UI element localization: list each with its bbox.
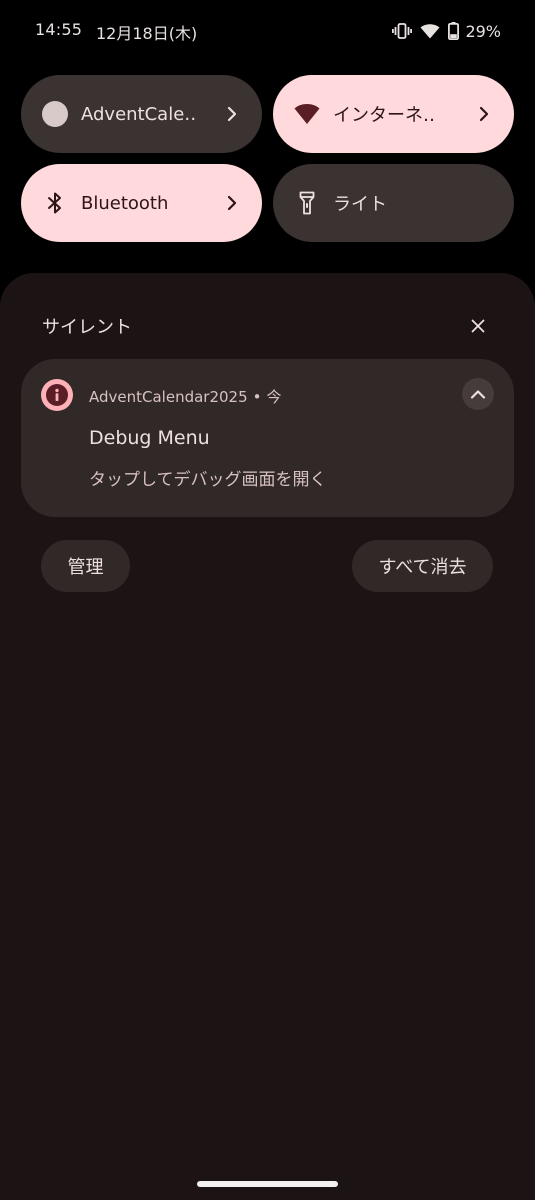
tile-label: インターネ‥ [333,105,436,126]
tile-flashlight[interactable]: ライト [273,164,514,242]
status-time: 14:55 [35,20,83,39]
manage-button[interactable]: 管理 [41,540,130,592]
bluetooth-icon [41,189,69,217]
flashlight-icon [293,189,321,217]
chevron-right-icon [224,106,240,122]
tile-label: Bluetooth [81,192,169,214]
notification-header: AdventCalendar2025 • 今 [89,386,282,407]
battery-percent: 29% [465,21,501,41]
tile-bluetooth[interactable]: Bluetooth [21,164,262,242]
status-date: 12月18日(木) [96,24,198,43]
close-icon[interactable] [465,313,491,339]
notification-app-name: AdventCalendar2025 [89,388,248,406]
notification-shade-screen: 14:55 12月18日(木) 29% AdventCale‥ インターネ‥ B… [0,0,535,1200]
status-bar: 14:55 12月18日(木) 29% [0,0,535,62]
app-circle-icon [41,100,69,128]
wifi-icon [293,100,321,128]
status-icons: 29% [392,20,501,42]
wifi-icon [420,23,440,39]
notification-time: 今 [266,388,282,406]
gesture-nav-handle[interactable] [197,1181,338,1187]
notification-separator: • [252,388,262,406]
notification-text: タップしてデバッグ画面を開く [89,470,327,490]
notification-card[interactable]: AdventCalendar2025 • 今 Debug Menu タップしてデバッ… [21,359,514,517]
vibrate-icon [392,22,413,40]
battery-icon [448,22,460,40]
chevron-right-icon [476,106,492,122]
tile-adventcalendar[interactable]: AdventCale‥ [21,75,262,153]
notification-title: Debug Menu [89,427,210,449]
info-icon [41,379,73,411]
tile-label: AdventCale‥ [81,103,197,125]
tile-label: ライト [333,194,387,215]
section-title: サイレント [42,317,132,338]
clear-all-button[interactable]: すべて消去 [352,540,493,592]
chevron-right-icon [224,195,240,211]
chevron-up-icon[interactable] [462,378,494,410]
tile-internet[interactable]: インターネ‥ [273,75,514,153]
